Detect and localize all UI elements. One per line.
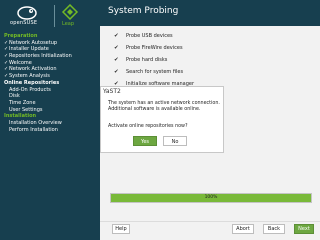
logo-divider — [54, 5, 55, 27]
sidebar-step-label: Network Activation — [9, 66, 57, 73]
sidebar-step-installation-overview: Installation Overview — [0, 120, 100, 127]
sidebar-step-label: Add-On Products — [9, 86, 51, 93]
no-button[interactable]: No — [163, 136, 187, 146]
page-title: System Probing — [108, 6, 179, 16]
sidebar-step-network-activation: ✓Network Activation — [0, 66, 100, 73]
online-repositories-dialog: YaST2 — [100, 86, 224, 153]
progress-bar: 100% — [110, 193, 312, 203]
sidebar-step-label: Perform Installation — [9, 126, 58, 133]
sidebar-step-time-zone: Time Zone — [0, 100, 100, 107]
dialog-question: Activate online repositories now? — [108, 124, 188, 129]
sidebar-step-label: Repositories Initialization — [9, 53, 72, 60]
sidebar-step-label: Installation Overview — [9, 119, 62, 126]
opensuse-wordmark: openSUSE — [10, 20, 38, 26]
next-button[interactable]: Next — [294, 224, 314, 234]
sidebar-section-installation: Installation — [0, 113, 100, 120]
sidebar-step-label: Installer Update — [9, 46, 49, 53]
probe-task-label: Search for system files — [126, 69, 184, 75]
sidebar-step-label: Online Repositories — [4, 79, 60, 86]
leap-logo: Leap — [60, 4, 84, 28]
sidebar-step-label: Disk — [9, 93, 20, 100]
back-button[interactable]: Back — [263, 224, 285, 234]
progress-label: 100% — [204, 195, 218, 200]
dialog-title: YaST2 — [103, 88, 121, 95]
logo-area: openSUSE Leap — [0, 0, 100, 32]
installation-steps: Preparation ✓Network Autosetup ✓Installer … — [0, 33, 100, 133]
sidebar-section-preparation: Preparation — [0, 33, 100, 40]
sidebar-step-network-autosetup: ✓Network Autosetup — [0, 40, 100, 47]
sidebar-step-perform-installation: Perform Installation — [0, 127, 100, 134]
sidebar-step-label: User Settings — [9, 106, 43, 113]
dialog-message: The system has an active network connect… — [108, 101, 220, 113]
help-button[interactable]: Help — [112, 224, 130, 234]
probe-task-label: Probe hard disks — [126, 57, 168, 63]
probe-task-label: Probe FireWire devices — [126, 45, 183, 51]
sidebar-step-label: Time Zone — [9, 99, 36, 106]
sidebar: openSUSE Leap Preparation ✓Network Autose… — [0, 0, 100, 240]
sidebar-step-online-repositories: Online Repositories — [0, 80, 100, 87]
sidebar-step-welcome: ✓Welcome — [0, 60, 100, 67]
sidebar-step-disk: Disk — [0, 93, 100, 100]
probe-task: ✔ Search for system files — [114, 66, 264, 78]
footer-divider — [100, 221, 320, 222]
sidebar-step-label: Preparation — [4, 33, 38, 39]
dialog-message-line2: Additional software is available online. — [108, 107, 201, 113]
sidebar-step-repositories-initialization: ✓Repositories Initialization — [0, 53, 100, 60]
probe-task: ✔ Probe USB devices — [114, 30, 264, 42]
sidebar-step-installer-update: ✓Installer Update — [0, 46, 100, 53]
sidebar-step-label: System Analysis — [9, 73, 50, 80]
sidebar-step-label: Network Autosetup — [9, 39, 58, 46]
leap-wordmark: Leap — [62, 21, 75, 27]
abort-button[interactable]: Abort — [232, 224, 254, 234]
sidebar-step-add-on-products: Add-On Products — [0, 87, 100, 94]
check-icon: ✔ — [114, 33, 119, 39]
probe-task-list: ✔ Probe USB devices ✔ Probe FireWire device… — [114, 30, 264, 90]
probe-task: ✔ Probe FireWire devices — [114, 42, 264, 54]
probe-task: ✔ Probe hard disks — [114, 54, 264, 66]
probe-task-label: Probe USB devices — [126, 33, 173, 39]
opensuse-logo: openSUSE — [6, 4, 52, 28]
sidebar-step-label: Installation — [4, 113, 37, 120]
check-icon: ✔ — [114, 45, 119, 51]
yes-button[interactable]: Yes — [133, 136, 157, 146]
sidebar-step-label: Welcome — [9, 59, 32, 66]
check-icon: ✔ — [114, 57, 119, 63]
sidebar-step-system-analysis: ✓System Analysis — [0, 73, 100, 80]
check-icon: ✔ — [114, 69, 119, 75]
sidebar-step-user-settings: User Settings — [0, 107, 100, 114]
